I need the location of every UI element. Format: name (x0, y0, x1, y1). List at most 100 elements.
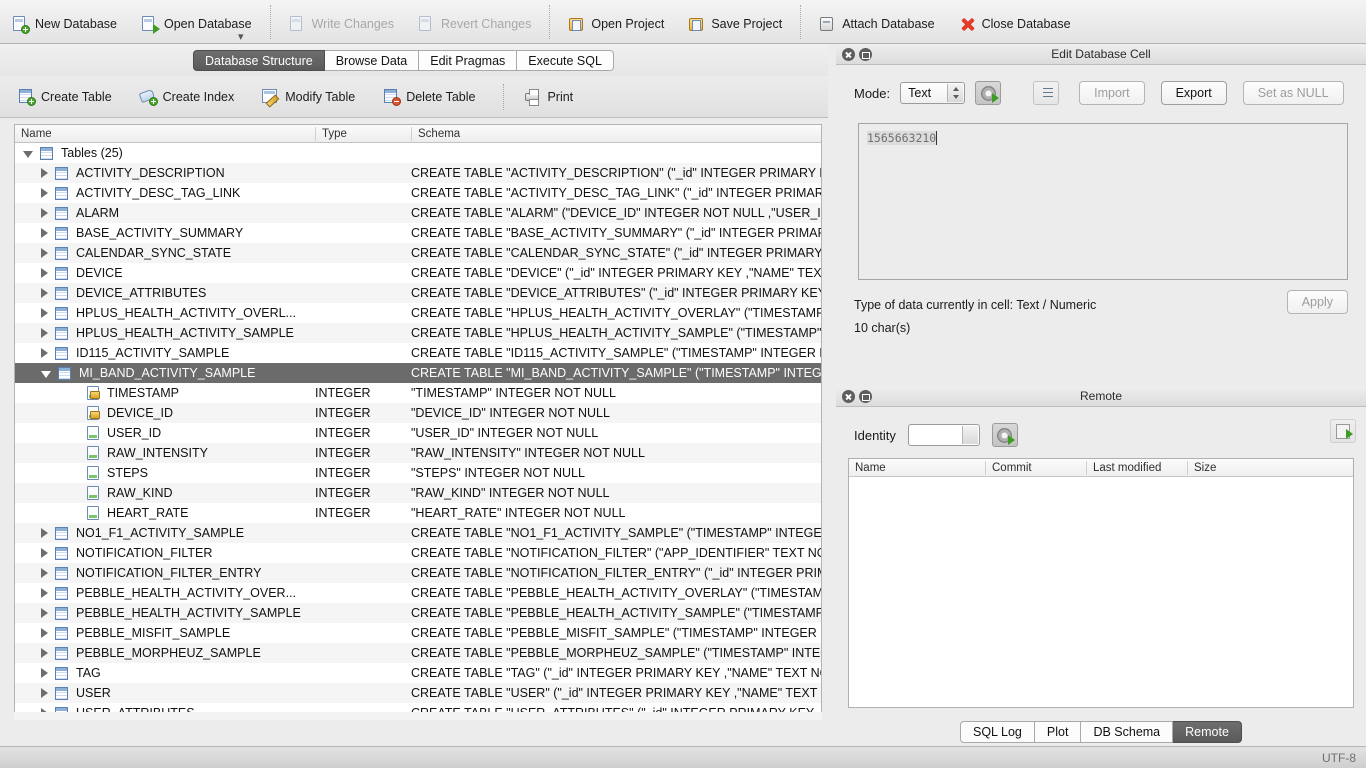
table-row[interactable]: DEVICE_ID INTEGER "DEVICE_ID" INTEGER NOT … (15, 403, 821, 423)
table-row[interactable]: Tables (25) (15, 143, 821, 163)
chevron-down-icon[interactable]: ▾ (238, 32, 250, 43)
twisty-collapsed-icon[interactable] (41, 688, 48, 698)
attach-database-button[interactable]: Attach Database (807, 9, 946, 39)
table-row[interactable]: USER CREATE TABLE "USER" ("_id" INTEGER P… (15, 683, 821, 703)
twisty-collapsed-icon[interactable] (41, 248, 48, 258)
table-row[interactable]: BASE_ACTIVITY_SUMMARY CREATE TABLE "BASE_… (15, 223, 821, 243)
twisty-collapsed-icon[interactable] (41, 308, 48, 318)
twisty-collapsed-icon[interactable] (41, 528, 48, 538)
column-header-type[interactable]: Type (315, 126, 411, 141)
float-icon[interactable] (859, 390, 872, 403)
tab-database-structure[interactable]: Database Structure (193, 49, 325, 71)
table-row[interactable]: PEBBLE_HEALTH_ACTIVITY_SAMPLE CREATE TABL… (15, 603, 821, 623)
table-row[interactable]: HEART_RATE INTEGER "HEART_RATE" INTEGER NO… (15, 503, 821, 523)
twisty-collapsed-icon[interactable] (41, 588, 48, 598)
cell-value-textarea[interactable]: 1565663210 (858, 123, 1348, 280)
remote-push-button[interactable] (1330, 419, 1356, 443)
export-button[interactable]: Export (1160, 81, 1227, 105)
table-row[interactable]: DEVICE CREATE TABLE "DEVICE" ("_id" INTEG… (15, 263, 821, 283)
remote-file-list[interactable]: Name Commit Last modified Size (848, 458, 1354, 708)
twisty-collapsed-icon[interactable] (41, 568, 48, 578)
column-header-schema[interactable]: Schema (411, 126, 821, 141)
print-button[interactable]: Print (514, 84, 583, 110)
new-database-button[interactable]: New Database (0, 9, 129, 39)
database-structure-tree[interactable]: Name Type Schema Tables (25) ACTIVITY_DES… (14, 124, 822, 720)
table-row[interactable]: TAG CREATE TABLE "TAG" ("_id" INTEGER PRI… (15, 663, 821, 683)
twisty-collapsed-icon[interactable] (41, 628, 48, 638)
twisty-collapsed-icon[interactable] (41, 548, 48, 558)
twisty-collapsed-icon[interactable] (41, 288, 48, 298)
twisty-collapsed-icon[interactable] (41, 228, 48, 238)
twisty-collapsed-icon[interactable] (41, 648, 48, 658)
twisty-collapsed-icon[interactable] (41, 188, 48, 198)
remote-settings-button[interactable] (991, 423, 1018, 447)
remote-column-size[interactable]: Size (1187, 460, 1353, 475)
table-row[interactable]: HPLUS_HEALTH_ACTIVITY_SAMPLE CREATE TABLE… (15, 323, 821, 343)
twisty-collapsed-icon[interactable] (41, 268, 48, 278)
table-row[interactable]: TIMESTAMP INTEGER "TIMESTAMP" INTEGER NOT … (15, 383, 821, 403)
twisty-expanded-icon[interactable] (23, 150, 33, 158)
twisty-collapsed-icon[interactable] (41, 328, 48, 338)
table-row[interactable]: CALENDAR_SYNC_STATE CREATE TABLE "CALENDA… (15, 243, 821, 263)
twisty-collapsed-icon[interactable] (41, 168, 48, 178)
twisty-collapsed-icon[interactable] (41, 608, 48, 618)
table-row[interactable]: ACTIVITY_DESCRIPTION CREATE TABLE "ACTIVI… (15, 163, 821, 183)
table-row[interactable]: PEBBLE_HEALTH_ACTIVITY_OVER... CREATE TAB… (15, 583, 821, 603)
create-index-button[interactable]: Create Index (130, 84, 245, 110)
table-row[interactable]: NO1_F1_ACTIVITY_SAMPLE CREATE TABLE "NO1_… (15, 523, 821, 543)
save-project-button[interactable]: Save Project (676, 9, 794, 39)
table-row[interactable]: ALARM CREATE TABLE "ALARM" ("DEVICE_ID" I… (15, 203, 821, 223)
tree-horizontal-scrollbar[interactable] (14, 712, 822, 720)
tab-execute-sql[interactable]: Execute SQL (517, 49, 614, 71)
table-row[interactable]: PEBBLE_MISFIT_SAMPLE CREATE TABLE "PEBBLE… (15, 623, 821, 643)
identity-select[interactable] (907, 424, 980, 446)
table-row[interactable]: HPLUS_HEALTH_ACTIVITY_OVERL... CREATE TAB… (15, 303, 821, 323)
twisty-collapsed-icon[interactable] (41, 668, 48, 678)
table-row[interactable]: RAW_INTENSITY INTEGER "RAW_INTENSITY" INTE… (15, 443, 821, 463)
tab-browse-data[interactable]: Browse Data (324, 49, 420, 71)
table-row[interactable]: NOTIFICATION_FILTER CREATE TABLE "NOTIFIC… (15, 543, 821, 563)
table-row[interactable]: PEBBLE_MORPHEUZ_SAMPLE CREATE TABLE "PEBB… (15, 643, 821, 663)
revert-changes-button[interactable]: Revert Changes (406, 9, 543, 39)
bottom-tab-plot[interactable]: Plot (1034, 721, 1082, 743)
close-icon[interactable] (842, 390, 855, 403)
open-project-button[interactable]: Open Project (556, 9, 676, 39)
table-row[interactable]: DEVICE_ATTRIBUTES CREATE TABLE "DEVICE_AT… (15, 283, 821, 303)
table-row[interactable]: NOTIFICATION_FILTER_ENTRY CREATE TABLE "N… (15, 563, 821, 583)
table-row[interactable]: USER_ID INTEGER "USER_ID" INTEGER NOT NULL (15, 423, 821, 443)
bottom-tab-remote[interactable]: Remote (1173, 721, 1242, 743)
remote-column-commit[interactable]: Commit (985, 460, 1086, 475)
remote-column-last-modified[interactable]: Last modified (1086, 460, 1187, 475)
create-table-button[interactable]: Create Table (8, 84, 122, 110)
table-row[interactable]: RAW_KIND INTEGER "RAW_KIND" INTEGER NOT NU… (15, 483, 821, 503)
column-header-name[interactable]: Name (15, 127, 315, 141)
table-row[interactable]: MI_BAND_ACTIVITY_SAMPLE CREATE TABLE "MI_… (15, 363, 821, 383)
apply-format-button[interactable] (975, 81, 1002, 105)
bottom-tab-sql-log[interactable]: SQL Log (960, 721, 1035, 743)
word-wrap-button[interactable] (1033, 81, 1060, 105)
set-as-null-button[interactable]: Set as NULL (1242, 81, 1344, 105)
mode-select[interactable]: Text (900, 82, 966, 104)
delete-table-button[interactable]: Delete Table (373, 84, 485, 110)
write-changes-button[interactable]: Write Changes (277, 9, 406, 39)
table-row[interactable]: STEPS INTEGER "STEPS" INTEGER NOT NULL (15, 463, 821, 483)
float-icon[interactable] (859, 48, 872, 61)
remote-title: Remote (1079, 389, 1123, 403)
tab-edit-pragmas[interactable]: Edit Pragmas (419, 49, 518, 71)
twisty-collapsed-icon[interactable] (41, 348, 48, 358)
close-icon[interactable] (842, 48, 855, 61)
import-button[interactable]: Import (1079, 81, 1145, 105)
statusbar: UTF-8 (0, 746, 1366, 768)
table-row[interactable]: ACTIVITY_DESC_TAG_LINK CREATE TABLE "ACTI… (15, 183, 821, 203)
modify-table-label: Modify Table (285, 89, 356, 104)
panel-splitter[interactable] (828, 44, 836, 744)
table-row[interactable]: ID115_ACTIVITY_SAMPLE CREATE TABLE "ID115… (15, 343, 821, 363)
table-row-label: NOTIFICATION_FILTER_ENTRY (76, 566, 262, 580)
apply-button[interactable]: Apply (1286, 290, 1348, 314)
close-database-button[interactable]: Close Database (947, 9, 1083, 39)
bottom-tab-db-schema[interactable]: DB Schema (1081, 721, 1174, 743)
twisty-collapsed-icon[interactable] (41, 208, 48, 218)
modify-table-button[interactable]: Modify Table (252, 84, 365, 110)
remote-column-name[interactable]: Name (849, 461, 985, 475)
twisty-expanded-icon[interactable] (41, 370, 51, 378)
